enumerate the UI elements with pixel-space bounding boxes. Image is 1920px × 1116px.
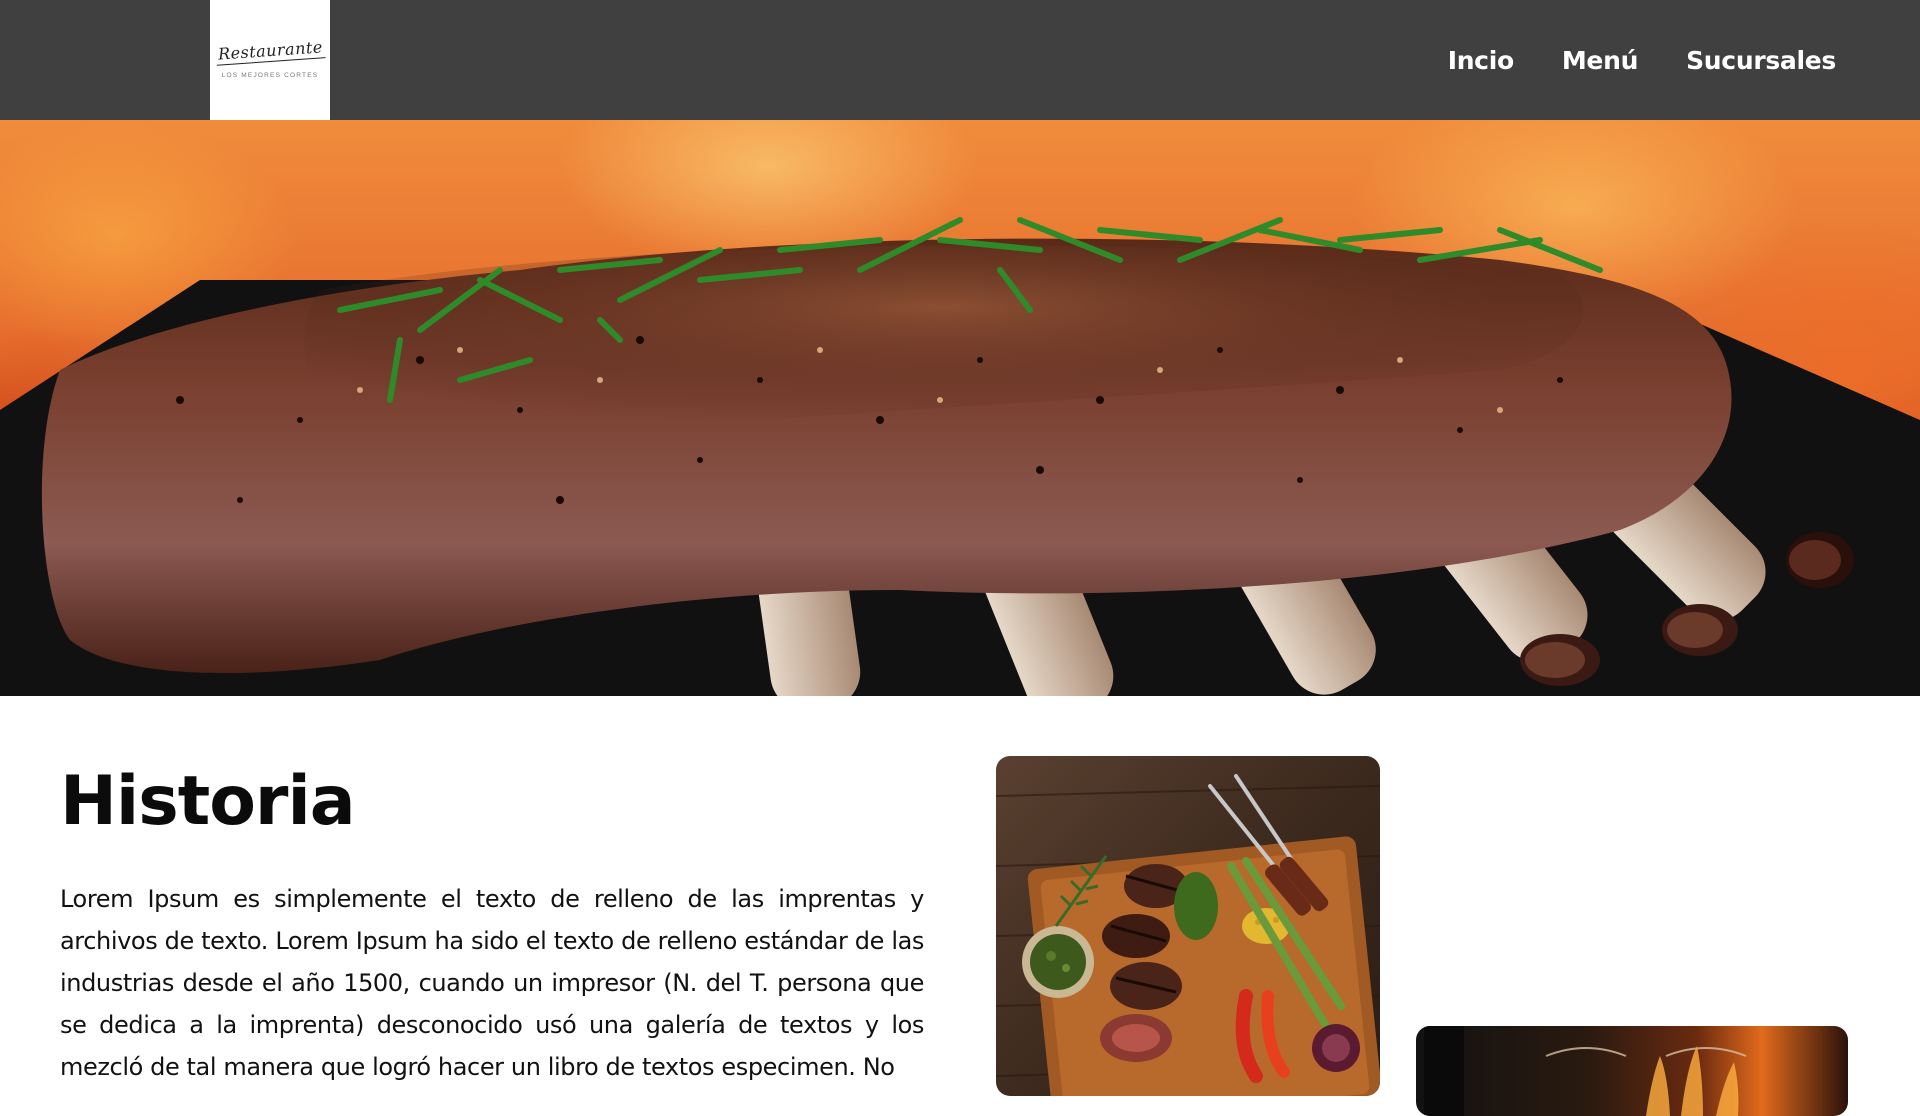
restaurant-logo[interactable]: Restaurante LOS MEJORES CORTES [210,0,330,120]
site-header: Restaurante LOS MEJORES CORTES Incio Men… [0,0,1920,120]
nav-link-inicio[interactable]: Incio [1448,46,1514,75]
history-heading: Historia [60,762,356,841]
main-nav: Incio Menú Sucursales [1448,0,1837,120]
history-paragraph: Lorem Ipsum es simplemente el texto de r… [60,885,924,1081]
wine-glasses-image [1424,1026,1747,1116]
logo-tagline: LOS MEJORES CORTES [221,72,319,79]
hero-ribs-image [0,217,1920,696]
nav-link-sucursales[interactable]: Sucursales [1686,46,1836,75]
nav-link-menu[interactable]: Menú [1562,46,1639,75]
steak-photo [996,756,1380,1096]
hero-banner [0,120,1920,696]
steak-board-image [996,774,1380,1096]
wine-photo [1416,1026,1848,1116]
logo-script-text: Restaurante [214,37,326,66]
